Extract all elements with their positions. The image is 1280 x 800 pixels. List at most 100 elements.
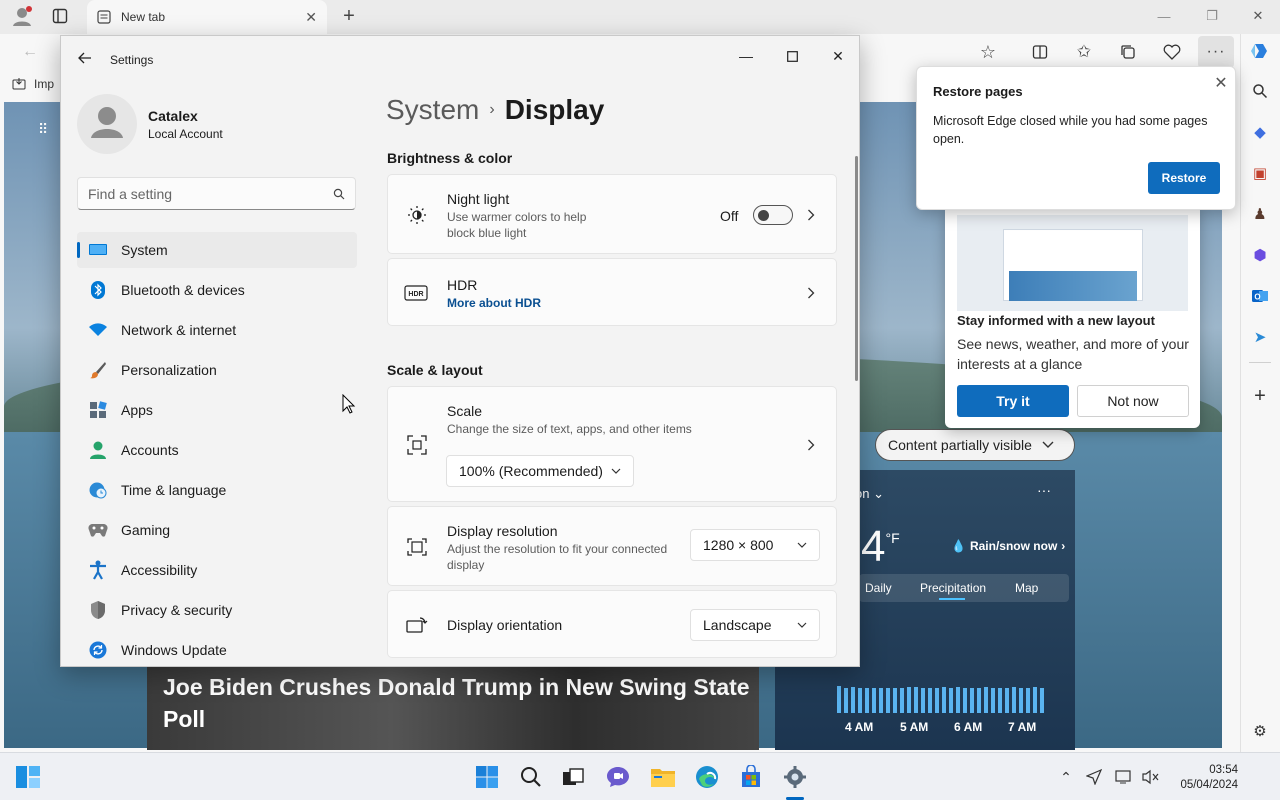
weather-tab-precipitation[interactable]: Precipitation xyxy=(920,581,986,595)
sidebar-item-label: Accessibility xyxy=(121,562,198,578)
show-hidden-icons-chevron-icon[interactable]: ⌃ xyxy=(1056,767,1076,787)
minimize-icon[interactable]: — xyxy=(1150,6,1178,26)
orientation-value: Landscape xyxy=(703,617,772,633)
restore-button[interactable]: Restore xyxy=(1148,162,1220,194)
sidebar-item-label: System xyxy=(121,242,168,258)
sidebar-item-accessibility[interactable]: Accessibility xyxy=(77,552,357,588)
minimize-icon[interactable]: — xyxy=(731,44,761,68)
close-icon[interactable]: ✕ xyxy=(823,44,853,68)
weather-tabs: Daily Precipitation Map xyxy=(859,574,1069,602)
sidebar-item-privacy[interactable]: Privacy & security xyxy=(77,592,357,628)
profile-icon[interactable] xyxy=(10,4,34,28)
split-screen-icon[interactable] xyxy=(1028,40,1052,64)
volume-muted-icon[interactable] xyxy=(1140,767,1160,787)
sidebar-item-bluetooth[interactable]: Bluetooth & devices xyxy=(77,272,357,308)
widgets-icon[interactable] xyxy=(14,763,42,791)
microsoft-365-icon[interactable]: ⬢ xyxy=(1249,244,1271,266)
chevron-down-icon xyxy=(797,622,807,628)
sidebar-item-windows-update[interactable]: Windows Update xyxy=(77,632,357,666)
chevron-down-icon xyxy=(611,468,621,474)
search-icon[interactable] xyxy=(1249,80,1271,102)
settings-nav: Catalex Local Account System Bluetooth &… xyxy=(61,84,371,666)
sidebar-item-system[interactable]: System xyxy=(77,232,357,268)
search-input[interactable] xyxy=(88,185,333,202)
maximize-icon[interactable] xyxy=(777,44,807,68)
app-launcher-icon[interactable]: ⠿ xyxy=(38,122,58,146)
favorite-star-icon[interactable]: ☆ xyxy=(976,40,1000,64)
try-it-button[interactable]: Try it xyxy=(957,385,1069,417)
orientation-dropdown[interactable]: Landscape xyxy=(690,609,820,641)
favorites-bar-item[interactable]: Imp xyxy=(12,77,54,91)
tools-icon[interactable]: ▣ xyxy=(1249,162,1271,184)
tab-new-tab[interactable]: New tab ✕ xyxy=(87,0,327,34)
games-icon[interactable]: ♟ xyxy=(1249,203,1271,225)
chevron-down-icon xyxy=(1042,441,1054,448)
avatar[interactable] xyxy=(77,94,137,154)
more-options-icon[interactable]: ··· xyxy=(1198,36,1234,68)
new-tab-page-icon xyxy=(97,10,111,24)
edge-icon[interactable] xyxy=(693,763,721,791)
close-tab-icon[interactable]: ✕ xyxy=(305,9,317,26)
chevron-right-icon[interactable] xyxy=(804,208,818,222)
chat-icon[interactable] xyxy=(604,763,632,791)
close-window-icon[interactable]: ✕ xyxy=(1244,6,1272,26)
night-light-toggle[interactable] xyxy=(753,205,793,225)
search-icon[interactable] xyxy=(517,763,545,791)
weather-tab-map[interactable]: Map xyxy=(1015,581,1038,595)
add-app-icon[interactable]: + xyxy=(1249,385,1271,407)
task-view-icon[interactable] xyxy=(559,763,587,791)
resolution-value: 1280 × 800 xyxy=(703,537,774,553)
start-icon[interactable] xyxy=(473,763,501,791)
night-light-card[interactable]: Night light Use warmer colors to help bl… xyxy=(387,174,837,254)
customize-sidebar-icon[interactable]: ⚙ xyxy=(1249,720,1271,742)
copilot-icon[interactable] xyxy=(1249,40,1271,62)
tab-actions-icon[interactable] xyxy=(50,6,70,26)
drop-icon[interactable]: ➤ xyxy=(1249,326,1271,348)
settings-gear-icon[interactable] xyxy=(781,763,809,791)
news-headline[interactable]: Joe Biden Crushes Donald Trump in New Sw… xyxy=(163,671,753,735)
not-now-button[interactable]: Not now xyxy=(1077,385,1189,417)
sidebar-item-gaming[interactable]: Gaming xyxy=(77,512,357,548)
search-field[interactable] xyxy=(77,177,356,210)
scale-card[interactable]: Scale Change the size of text, apps, and… xyxy=(387,386,837,502)
resolution-dropdown[interactable]: 1280 × 800 xyxy=(690,529,820,561)
weather-tab-daily[interactable]: Daily xyxy=(865,581,892,595)
weather-condition[interactable]: 💧 Rain/snow now › xyxy=(951,539,1065,553)
sidebar-item-network[interactable]: Network & internet xyxy=(77,312,357,348)
location-arrow-icon[interactable] xyxy=(1084,767,1104,787)
close-icon[interactable]: ✕ xyxy=(1211,73,1231,93)
display-orientation-card[interactable]: Display orientation Landscape xyxy=(387,590,837,658)
scale-dropdown[interactable]: 100% (Recommended) xyxy=(446,455,634,487)
sidebar-item-personalization[interactable]: Personalization xyxy=(77,352,357,388)
breadcrumb-parent[interactable]: System xyxy=(386,94,479,126)
sidebar-item-time-language[interactable]: Time & language xyxy=(77,472,357,508)
sidebar-item-label: Time & language xyxy=(121,482,227,498)
sidebar-item-apps[interactable]: Apps xyxy=(77,392,357,428)
layout-promo-popup: Stay informed with a new layout See news… xyxy=(945,205,1200,428)
sidebar-item-accounts[interactable]: Accounts xyxy=(77,432,357,468)
browser-essentials-icon[interactable] xyxy=(1160,40,1184,64)
content-scrollbar[interactable] xyxy=(855,156,858,381)
weather-more-icon[interactable]: ··· xyxy=(1037,482,1051,498)
microsoft-store-icon[interactable] xyxy=(737,763,765,791)
chevron-right-icon[interactable] xyxy=(804,286,818,300)
back-arrow-icon[interactable] xyxy=(75,48,95,68)
sidebar-item-label: Windows Update xyxy=(121,642,227,658)
restore-window-icon[interactable]: ❐ xyxy=(1198,6,1226,26)
outlook-icon[interactable]: O xyxy=(1249,285,1271,307)
back-icon[interactable]: ← xyxy=(18,40,42,64)
hdr-link[interactable]: More about HDR xyxy=(447,296,541,310)
display-resolution-card[interactable]: Display resolution Adjust the resolution… xyxy=(387,506,837,586)
hdr-card[interactable]: HDR HDR More about HDR xyxy=(387,258,837,326)
taskbar-clock[interactable]: 03:54 05/04/2024 xyxy=(1168,763,1238,793)
favorites-icon[interactable]: ✩ xyxy=(1072,40,1096,64)
shopping-icon[interactable]: ◆ xyxy=(1249,121,1271,143)
new-tab-plus-icon[interactable]: + xyxy=(338,5,360,27)
svg-text:O: O xyxy=(1254,293,1260,302)
file-explorer-icon[interactable] xyxy=(649,763,677,791)
collections-icon[interactable] xyxy=(1116,40,1140,64)
page-title: Display xyxy=(504,94,605,125)
chevron-right-icon[interactable] xyxy=(804,438,818,452)
network-icon[interactable] xyxy=(1114,767,1134,787)
content-visibility-dropdown[interactable]: Content partially visible xyxy=(875,429,1075,461)
